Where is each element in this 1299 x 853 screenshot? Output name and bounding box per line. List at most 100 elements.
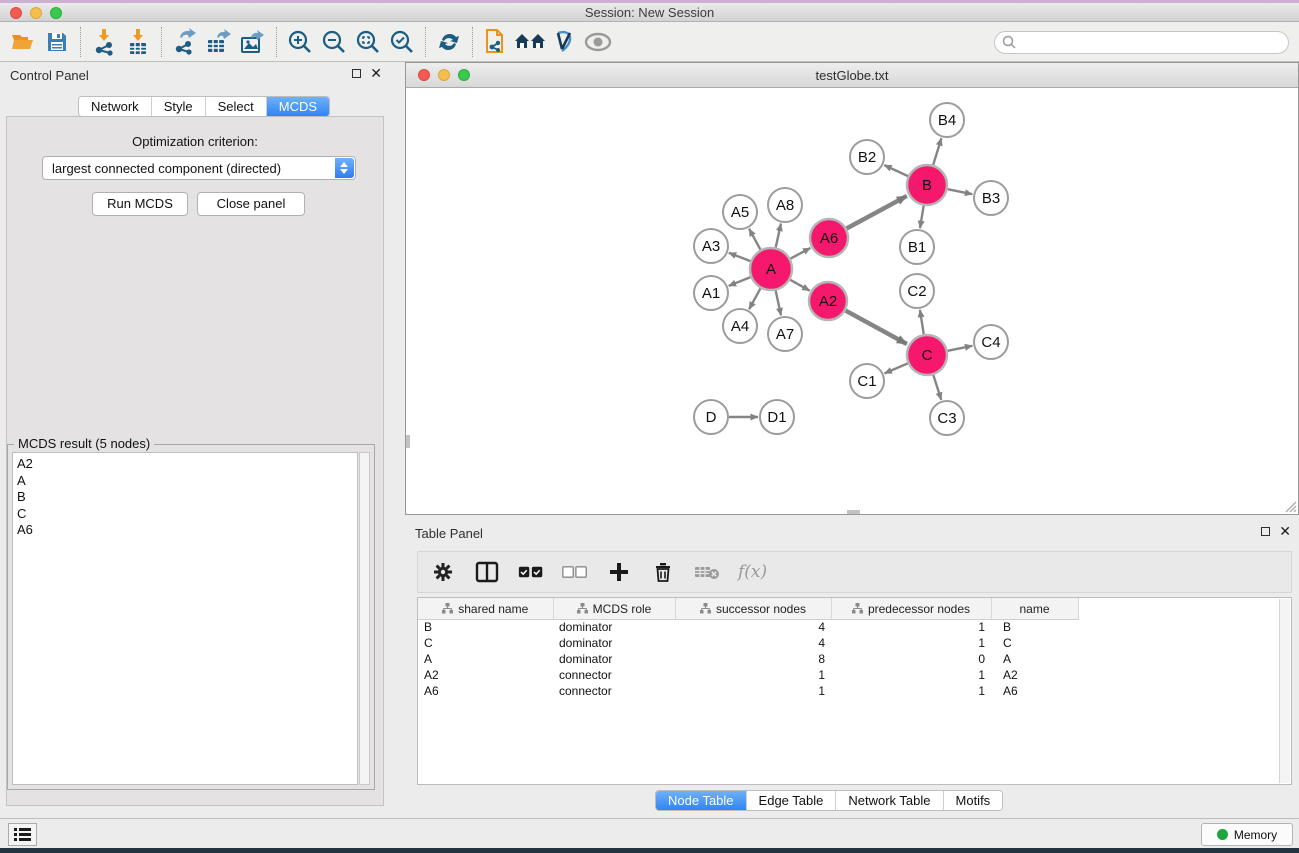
function-builder-icon[interactable]: f(x) xyxy=(738,562,767,582)
task-history-button[interactable] xyxy=(8,823,37,846)
mcds-result-list[interactable]: A2ABCA6 xyxy=(12,452,358,785)
cell-name[interactable]: A2 xyxy=(991,667,1078,683)
float-table-panel-icon[interactable] xyxy=(1261,527,1270,536)
close-table-panel-icon[interactable]: ✕ xyxy=(1279,526,1291,536)
edge-A-A6[interactable] xyxy=(790,248,810,259)
hide-labels-icon[interactable] xyxy=(547,26,581,58)
delete-column-trash-icon[interactable] xyxy=(650,559,676,585)
network-canvas[interactable]: B4B2BB3A8A5A6A3B1AC2A1A2A4A7C4CC1DD1C3 xyxy=(406,89,1298,514)
mcds-result-item[interactable]: B xyxy=(17,489,357,506)
mcds-result-item[interactable]: A xyxy=(17,473,357,490)
graph-node-D1[interactable]: D1 xyxy=(760,400,794,434)
graph-node-C4[interactable]: C4 xyxy=(974,325,1008,359)
memory-button[interactable]: Memory xyxy=(1201,823,1293,846)
graph-node-A6[interactable]: A6 xyxy=(810,219,848,257)
cell-predecessor-nodes[interactable]: 1 xyxy=(831,683,991,699)
graph-node-C[interactable]: C xyxy=(907,335,947,375)
graph-node-B[interactable]: B xyxy=(907,165,947,205)
add-column-icon[interactable] xyxy=(606,559,632,585)
cell-mcds-role[interactable]: connector xyxy=(553,683,675,699)
cell-predecessor-nodes[interactable]: 0 xyxy=(831,651,991,667)
cell-predecessor-nodes[interactable]: 1 xyxy=(831,635,991,651)
cell-mcds-role[interactable]: dominator xyxy=(553,635,675,651)
graph-node-A2[interactable]: A2 xyxy=(809,282,847,320)
graph-node-B3[interactable]: B3 xyxy=(974,181,1008,215)
edge-A-A8[interactable] xyxy=(776,224,781,248)
edge-A-A4[interactable] xyxy=(749,288,760,309)
run-mcds-button[interactable]: Run MCDS xyxy=(92,192,188,216)
edge-A2-C[interactable] xyxy=(846,311,907,344)
graph-node-C3[interactable]: C3 xyxy=(930,401,964,435)
home-layout-icon[interactable] xyxy=(513,26,547,58)
export-network-icon[interactable] xyxy=(168,26,202,58)
column-header-shared-name[interactable]: shared name xyxy=(418,598,553,619)
window-edge-handle-left[interactable] xyxy=(406,435,410,448)
edge-C-C4[interactable] xyxy=(948,346,973,351)
deselect-all-icon[interactable] xyxy=(562,559,588,585)
edge-B-B2[interactable] xyxy=(884,165,908,176)
tab-network-table[interactable]: Network Table xyxy=(836,791,943,810)
table-scrollbar[interactable] xyxy=(1279,599,1290,783)
cell-shared-name[interactable]: A xyxy=(418,651,553,667)
graph-node-A7[interactable]: A7 xyxy=(768,317,802,351)
edge-C-C2[interactable] xyxy=(920,310,924,334)
import-network-icon[interactable] xyxy=(87,26,121,58)
network-graph[interactable]: B4B2BB3A8A5A6A3B1AC2A1A2A4A7C4CC1DD1C3 xyxy=(406,89,1298,514)
tab-edge-table[interactable]: Edge Table xyxy=(747,791,837,810)
graph-node-A[interactable]: A xyxy=(750,248,792,290)
edge-B-B1[interactable] xyxy=(920,206,924,229)
cell-mcds-role[interactable]: dominator xyxy=(553,619,675,635)
tab-select[interactable]: Select xyxy=(206,97,267,116)
edge-B-B3[interactable] xyxy=(948,189,973,194)
table-row[interactable]: Adominator80A xyxy=(418,651,1078,667)
edge-A6-B[interactable] xyxy=(847,196,907,229)
graph-node-A5[interactable]: A5 xyxy=(723,195,757,229)
window-titlebar[interactable]: Session: New Session xyxy=(0,3,1299,22)
zoom-in-icon[interactable] xyxy=(283,26,317,58)
edge-A-A3[interactable] xyxy=(729,253,751,261)
refresh-icon[interactable] xyxy=(432,26,466,58)
column-header-name[interactable]: name xyxy=(991,598,1078,619)
window-resize-grip[interactable] xyxy=(1283,499,1297,513)
graph-node-B4[interactable]: B4 xyxy=(930,103,964,137)
export-image-icon[interactable] xyxy=(236,26,270,58)
show-graphics-details-icon[interactable] xyxy=(581,26,615,58)
graph-node-C1[interactable]: C1 xyxy=(850,364,884,398)
network-window-titlebar[interactable]: testGlobe.txt xyxy=(406,63,1298,88)
mcds-result-scrollbar[interactable] xyxy=(359,452,370,785)
new-network-from-selection-icon[interactable] xyxy=(479,26,513,58)
column-header-predecessor-nodes[interactable]: predecessor nodes xyxy=(831,598,991,619)
graph-node-A1[interactable]: A1 xyxy=(694,276,728,310)
table-row[interactable]: A6connector11A6 xyxy=(418,683,1078,699)
tab-node-table[interactable]: Node Table xyxy=(656,791,747,810)
import-table-icon[interactable] xyxy=(121,26,155,58)
search-input[interactable] xyxy=(994,31,1289,54)
cell-successor-nodes[interactable]: 4 xyxy=(675,635,831,651)
cell-shared-name[interactable]: C xyxy=(418,635,553,651)
cell-name[interactable]: A6 xyxy=(991,683,1078,699)
tab-style[interactable]: Style xyxy=(152,97,206,116)
show-column-icon[interactable] xyxy=(474,559,500,585)
cell-predecessor-nodes[interactable]: 1 xyxy=(831,667,991,683)
cell-name[interactable]: B xyxy=(991,619,1078,635)
graph-node-B2[interactable]: B2 xyxy=(850,140,884,174)
table-settings-gear-icon[interactable] xyxy=(430,559,456,585)
tab-mcds[interactable]: MCDS xyxy=(267,97,329,116)
zoom-out-icon[interactable] xyxy=(317,26,351,58)
cell-shared-name[interactable]: A6 xyxy=(418,683,553,699)
export-table-icon[interactable] xyxy=(202,26,236,58)
node-table-grid[interactable]: shared nameMCDS rolesuccessor nodesprede… xyxy=(418,598,1079,699)
graph-node-A8[interactable]: A8 xyxy=(768,188,802,222)
save-session-icon[interactable] xyxy=(40,26,74,58)
window-edge-handle-bottom[interactable] xyxy=(847,510,860,514)
column-header-MCDS-role[interactable]: MCDS role xyxy=(553,598,675,619)
cell-mcds-role[interactable]: dominator xyxy=(553,651,675,667)
float-panel-icon[interactable] xyxy=(352,69,361,78)
table-row[interactable]: Cdominator41C xyxy=(418,635,1078,651)
column-header-successor-nodes[interactable]: successor nodes xyxy=(675,598,831,619)
cell-successor-nodes[interactable]: 1 xyxy=(675,667,831,683)
mcds-result-item[interactable]: A6 xyxy=(17,522,357,539)
edge-C-C1[interactable] xyxy=(884,363,907,373)
mcds-result-item[interactable]: C xyxy=(17,506,357,523)
edge-A-A7[interactable] xyxy=(776,291,781,316)
